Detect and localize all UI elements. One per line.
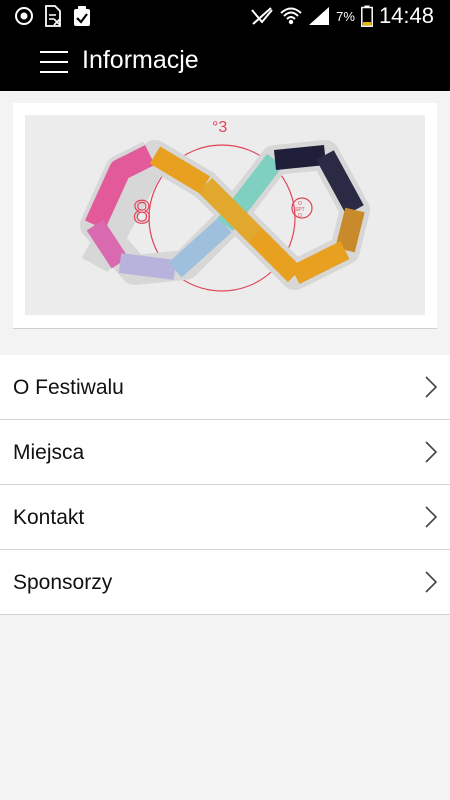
menu-item-kontakt[interactable]: Kontakt [0, 485, 450, 550]
chevron-right-icon [425, 506, 438, 528]
cell-signal-icon [309, 7, 330, 25]
menu-item-label: Kontakt [13, 506, 85, 529]
wifi-icon [280, 7, 302, 25]
menu-item-o-festiwalu[interactable]: O Festiwalu [0, 355, 450, 420]
status-bar: 7% 14:48 [0, 0, 450, 32]
menu-item-label: O Festiwalu [13, 376, 124, 399]
clock: 14:48 [378, 3, 434, 28]
hamburger-icon[interactable] [40, 49, 68, 75]
info-menu-list: O Festiwalu Miejsca Kontakt Sponsorzy [0, 355, 450, 615]
menu-item-label: Sponsorzy [13, 571, 113, 594]
banner-left-symbol: 8 [133, 194, 151, 230]
clipboard-check-icon [74, 6, 90, 26]
banner-card: °3 8 O SPT O [13, 103, 437, 329]
status-bar-left [14, 5, 92, 27]
battery-percent: 7% [336, 8, 355, 24]
status-bar-right: 7% 14:48 [250, 3, 434, 29]
festival-logo-banner: °3 8 O SPT O [25, 115, 425, 315]
page-title: Informacje [82, 46, 199, 74]
app-bar: Informacje [0, 32, 450, 91]
chevron-right-icon [425, 376, 438, 398]
banner-right-symbol-bottom: O [298, 213, 302, 219]
chevron-right-icon [425, 441, 438, 463]
file-icon [45, 5, 61, 27]
content-area: °3 8 O SPT O O Festiwalu Miejsca Kontakt [0, 91, 450, 800]
menu-item-label: Miejsca [13, 441, 85, 464]
battery-icon [360, 5, 373, 27]
no-signal-icon [251, 7, 273, 25]
menu-item-sponsorzy[interactable]: Sponsorzy [0, 550, 450, 615]
menu-item-miejsca[interactable]: Miejsca [0, 420, 450, 485]
chevron-right-icon [425, 571, 438, 593]
app-icon [15, 7, 33, 25]
banner-degree-mark: °3 [212, 119, 227, 136]
